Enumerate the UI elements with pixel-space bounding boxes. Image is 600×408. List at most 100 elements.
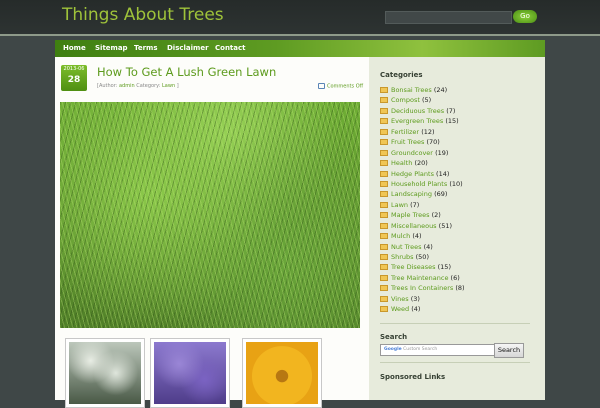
category-count: (14) [436, 169, 450, 178]
thumbnail-lavender-white[interactable] [65, 338, 145, 408]
categories-heading: Categories [380, 71, 423, 79]
category-item[interactable]: Hedge Plants (14) [380, 169, 465, 179]
category-item[interactable]: Household Plants (10) [380, 179, 465, 189]
category-name[interactable]: Mulch [391, 232, 410, 240]
category-name[interactable]: Tree Maintenance [391, 274, 448, 282]
category-item[interactable]: Tree Maintenance (6) [380, 273, 465, 283]
folder-icon [380, 295, 388, 302]
date-month: 2013-06 [63, 66, 85, 72]
category-item[interactable]: Vines (3) [380, 294, 465, 304]
category-link[interactable]: Lawn [162, 83, 175, 89]
category-item[interactable]: Mulch (4) [380, 231, 465, 241]
category-count: (50) [415, 253, 429, 261]
comments-label: Comments Off [327, 83, 364, 90]
category-name[interactable]: Miscellaneous [391, 222, 437, 230]
sidebar-divider [380, 362, 530, 363]
category-item[interactable]: Maple Trees (2) [380, 210, 465, 220]
author-link[interactable]: admin [119, 83, 135, 89]
go-button[interactable]: Go [513, 10, 537, 23]
category-item[interactable]: Landscaping (69) [380, 189, 465, 199]
thumbnail-image [69, 342, 141, 404]
thumbnail-lavender-purple[interactable] [150, 338, 230, 408]
folder-icon [380, 128, 388, 135]
folder-icon [380, 170, 388, 177]
category-name[interactable]: Fertilizer [391, 128, 419, 136]
category-name[interactable]: Fruit Trees [391, 138, 424, 146]
category-name[interactable]: Deciduous Trees [391, 107, 444, 115]
nav-item-home[interactable]: Home [63, 40, 86, 57]
category-item[interactable]: Groundcover (19) [380, 148, 465, 158]
category-item[interactable]: Fruit Trees (70) [380, 137, 465, 147]
category-name[interactable]: Maple Trees [391, 211, 430, 219]
category-item[interactable]: Lawn (7) [380, 200, 465, 210]
thumbnail-yellow-flower[interactable] [242, 338, 322, 408]
category-count: (7) [410, 200, 420, 209]
folder-icon [380, 97, 388, 104]
category-item[interactable]: Bonsai Trees (24) [380, 85, 465, 95]
folder-icon [380, 243, 388, 250]
category-item[interactable]: Health (20) [380, 158, 465, 168]
nav-item-disclaimer[interactable]: Disclaimer [167, 40, 209, 57]
header-search-input[interactable] [385, 11, 512, 24]
folder-icon [380, 306, 388, 313]
category-item[interactable]: Nut Trees (4) [380, 242, 465, 252]
category-count: (6) [450, 273, 460, 282]
folder-icon [380, 212, 388, 219]
folder-icon [380, 264, 388, 271]
category-name[interactable]: Lawn [391, 201, 408, 209]
folder-icon [380, 118, 388, 125]
folder-icon [380, 274, 388, 281]
category-item[interactable]: Fertilizer (12) [380, 127, 465, 137]
category-name[interactable]: Tree Diseases [391, 263, 436, 271]
nav-item-sitemap[interactable]: Sitemap [95, 40, 128, 57]
category-list: Bonsai Trees (24) Compost (5) Deciduous Tr… [380, 85, 465, 315]
category-count: (4) [423, 242, 433, 251]
category-count: (2) [431, 211, 441, 220]
category-count: (5) [421, 96, 432, 105]
comments-link[interactable]: Comments Off [318, 83, 363, 90]
main-content: 2013-06 28 How To Get A Lush Green Lawn … [55, 57, 369, 408]
category-name[interactable]: Weed [391, 305, 409, 313]
thumbnail-image [154, 342, 226, 404]
category-count: (69) [434, 190, 448, 199]
google-logo: Google [384, 347, 402, 352]
category-count: (4) [412, 232, 422, 241]
search-input[interactable]: Google Custom Search [380, 344, 495, 356]
category-name[interactable]: Household Plants [391, 180, 447, 188]
category-name[interactable]: Shrubs [391, 253, 414, 261]
category-name[interactable]: Trees In Containers [391, 284, 453, 292]
meta-suffix: ] [175, 83, 179, 89]
sponsored-heading: Sponsored Links [380, 373, 446, 381]
category-count: (20) [414, 159, 428, 168]
category-item[interactable]: Tree Diseases (15) [380, 262, 465, 272]
search-button[interactable]: Search [494, 343, 524, 358]
category-item[interactable]: Miscellaneous (51) [380, 221, 465, 231]
category-name[interactable]: Health [391, 159, 412, 167]
category-name[interactable]: Landscaping [391, 190, 432, 198]
nav-item-terms[interactable]: Terms [134, 40, 158, 57]
folder-icon [380, 160, 388, 167]
main-nav: Home Sitemap Terms Disclaimer Contact [55, 40, 545, 57]
category-name[interactable]: Hedge Plants [391, 170, 434, 178]
nav-item-contact[interactable]: Contact [215, 40, 246, 57]
post-title[interactable]: How To Get A Lush Green Lawn [97, 65, 276, 79]
category-item[interactable]: Shrubs (50) [380, 252, 465, 262]
category-name[interactable]: Evergreen Trees [391, 117, 443, 125]
post-meta: [Author: admin Category: Lawn ] [97, 83, 179, 89]
category-name[interactable]: Groundcover [391, 149, 433, 157]
category-item[interactable]: Trees In Containers (8) [380, 283, 465, 293]
category-name[interactable]: Compost [391, 96, 420, 104]
site-title[interactable]: Things About Trees [62, 5, 224, 25]
category-name[interactable]: Vines [391, 295, 409, 303]
folder-icon [380, 222, 388, 229]
category-count: (10) [449, 179, 463, 188]
category-item[interactable]: Compost (5) [380, 95, 465, 105]
category-item[interactable]: Weed (4) [380, 304, 465, 314]
category-item[interactable]: Evergreen Trees (15) [380, 116, 465, 126]
category-count: (8) [455, 284, 465, 293]
folder-icon [380, 233, 388, 240]
category-item[interactable]: Deciduous Trees (7) [380, 106, 465, 116]
sidebar-divider [380, 323, 530, 324]
category-name[interactable]: Bonsai Trees [391, 86, 432, 94]
category-name[interactable]: Nut Trees [391, 243, 422, 251]
